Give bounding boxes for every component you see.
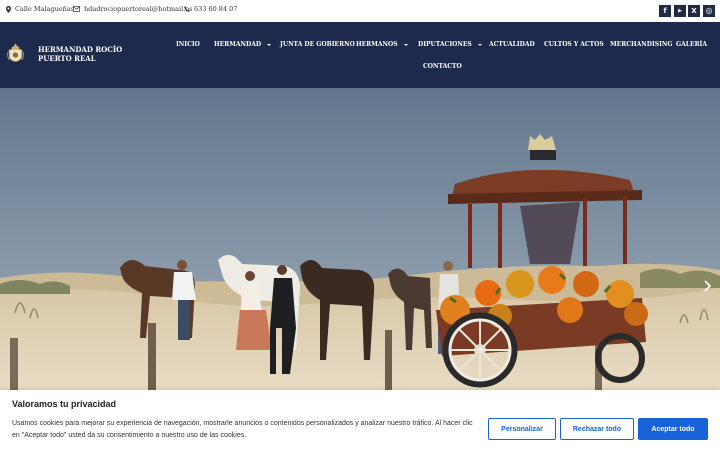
location-pin-icon	[6, 5, 11, 13]
slider-next-button[interactable]	[701, 275, 715, 297]
caret-down-icon	[477, 43, 482, 46]
nav-contacto[interactable]: CONTACTO	[423, 63, 462, 70]
nav-galeria[interactable]: GALERÍA	[676, 41, 707, 48]
nav-hermandad[interactable]: HERMANDAD	[214, 41, 272, 48]
x-icon: X	[691, 6, 697, 15]
instagram-icon: ◎	[705, 6, 713, 15]
reject-all-button[interactable]: Rechazar todo	[560, 418, 634, 440]
hero-slider[interactable]	[0, 88, 720, 390]
nav-inicio[interactable]: INICIO	[176, 41, 200, 48]
nav-label: DIPUTACIONES	[418, 41, 472, 48]
nav-label: HERMANDAD	[214, 41, 262, 48]
main-navbar: HERMANDAD ROCÍO PUERTO REAL INICIO HERMA…	[0, 22, 720, 88]
caret-down-icon	[403, 43, 408, 46]
nav-label: GALERÍA	[676, 41, 708, 48]
nav-label: INICIO	[176, 41, 200, 48]
site-title[interactable]: HERMANDAD ROCÍO PUERTO REAL	[38, 45, 150, 63]
chevron-right-icon	[704, 280, 712, 292]
caret-down-icon	[267, 43, 272, 46]
phone-icon	[184, 6, 190, 12]
email-item[interactable]: hdadrociopuertoreal@hotmail.es	[73, 5, 192, 13]
nav-label: JUNTA DE GOBIERNO	[280, 41, 355, 48]
x-button[interactable]: X	[688, 5, 700, 17]
address-item: Calle Malagueñas	[6, 5, 74, 13]
nav-label: HERMANOS	[356, 41, 398, 48]
facebook-icon: f	[663, 6, 667, 15]
hero-image	[0, 88, 720, 390]
nav-cultos-y-actos[interactable]: CULTOS Y ACTOS	[544, 41, 604, 48]
nav-merchandising[interactable]: MERCHANDISING	[610, 41, 673, 48]
brotherhood-crest-icon[interactable]	[7, 43, 24, 65]
nav-hermanos[interactable]: HERMANOS	[356, 41, 408, 48]
top-contact-bar: Calle Malagueñas hdadrociopuertoreal@hot…	[0, 0, 720, 22]
accept-all-button[interactable]: Aceptar todo	[638, 418, 708, 440]
cookie-consent-banner: Valoramos tu privacidad Usamos cookies p…	[0, 390, 720, 450]
address-text: Calle Malagueñas	[15, 5, 74, 13]
email-link[interactable]: hdadrociopuertoreal@hotmail.es	[84, 5, 192, 13]
youtube-button[interactable]: ▶	[674, 5, 686, 17]
facebook-button[interactable]: f	[659, 5, 671, 17]
nav-junta-de-gobierno[interactable]: JUNTA DE GOBIERNO	[280, 41, 355, 48]
cookie-title: Valoramos tu privacidad	[12, 399, 117, 409]
customize-button[interactable]: Personalizar	[488, 418, 556, 440]
envelope-icon	[73, 6, 80, 12]
phone-item[interactable]: 633 60 84 07	[184, 5, 237, 13]
instagram-button[interactable]: ◎	[703, 5, 715, 17]
nav-actualidad[interactable]: ACTUALIDAD	[489, 41, 535, 48]
phone-text[interactable]: 633 60 84 07	[194, 5, 237, 13]
nav-label: CONTACTO	[423, 63, 462, 70]
nav-label: ACTUALIDAD	[489, 41, 535, 48]
nav-diputaciones[interactable]: DIPUTACIONES	[418, 41, 482, 48]
youtube-icon: ▶	[678, 7, 682, 14]
nav-label: MERCHANDISING	[610, 41, 673, 48]
nav-label: CULTOS Y ACTOS	[544, 41, 604, 48]
cookie-description: Usamos cookies para mejorar su experienc…	[12, 420, 473, 439]
